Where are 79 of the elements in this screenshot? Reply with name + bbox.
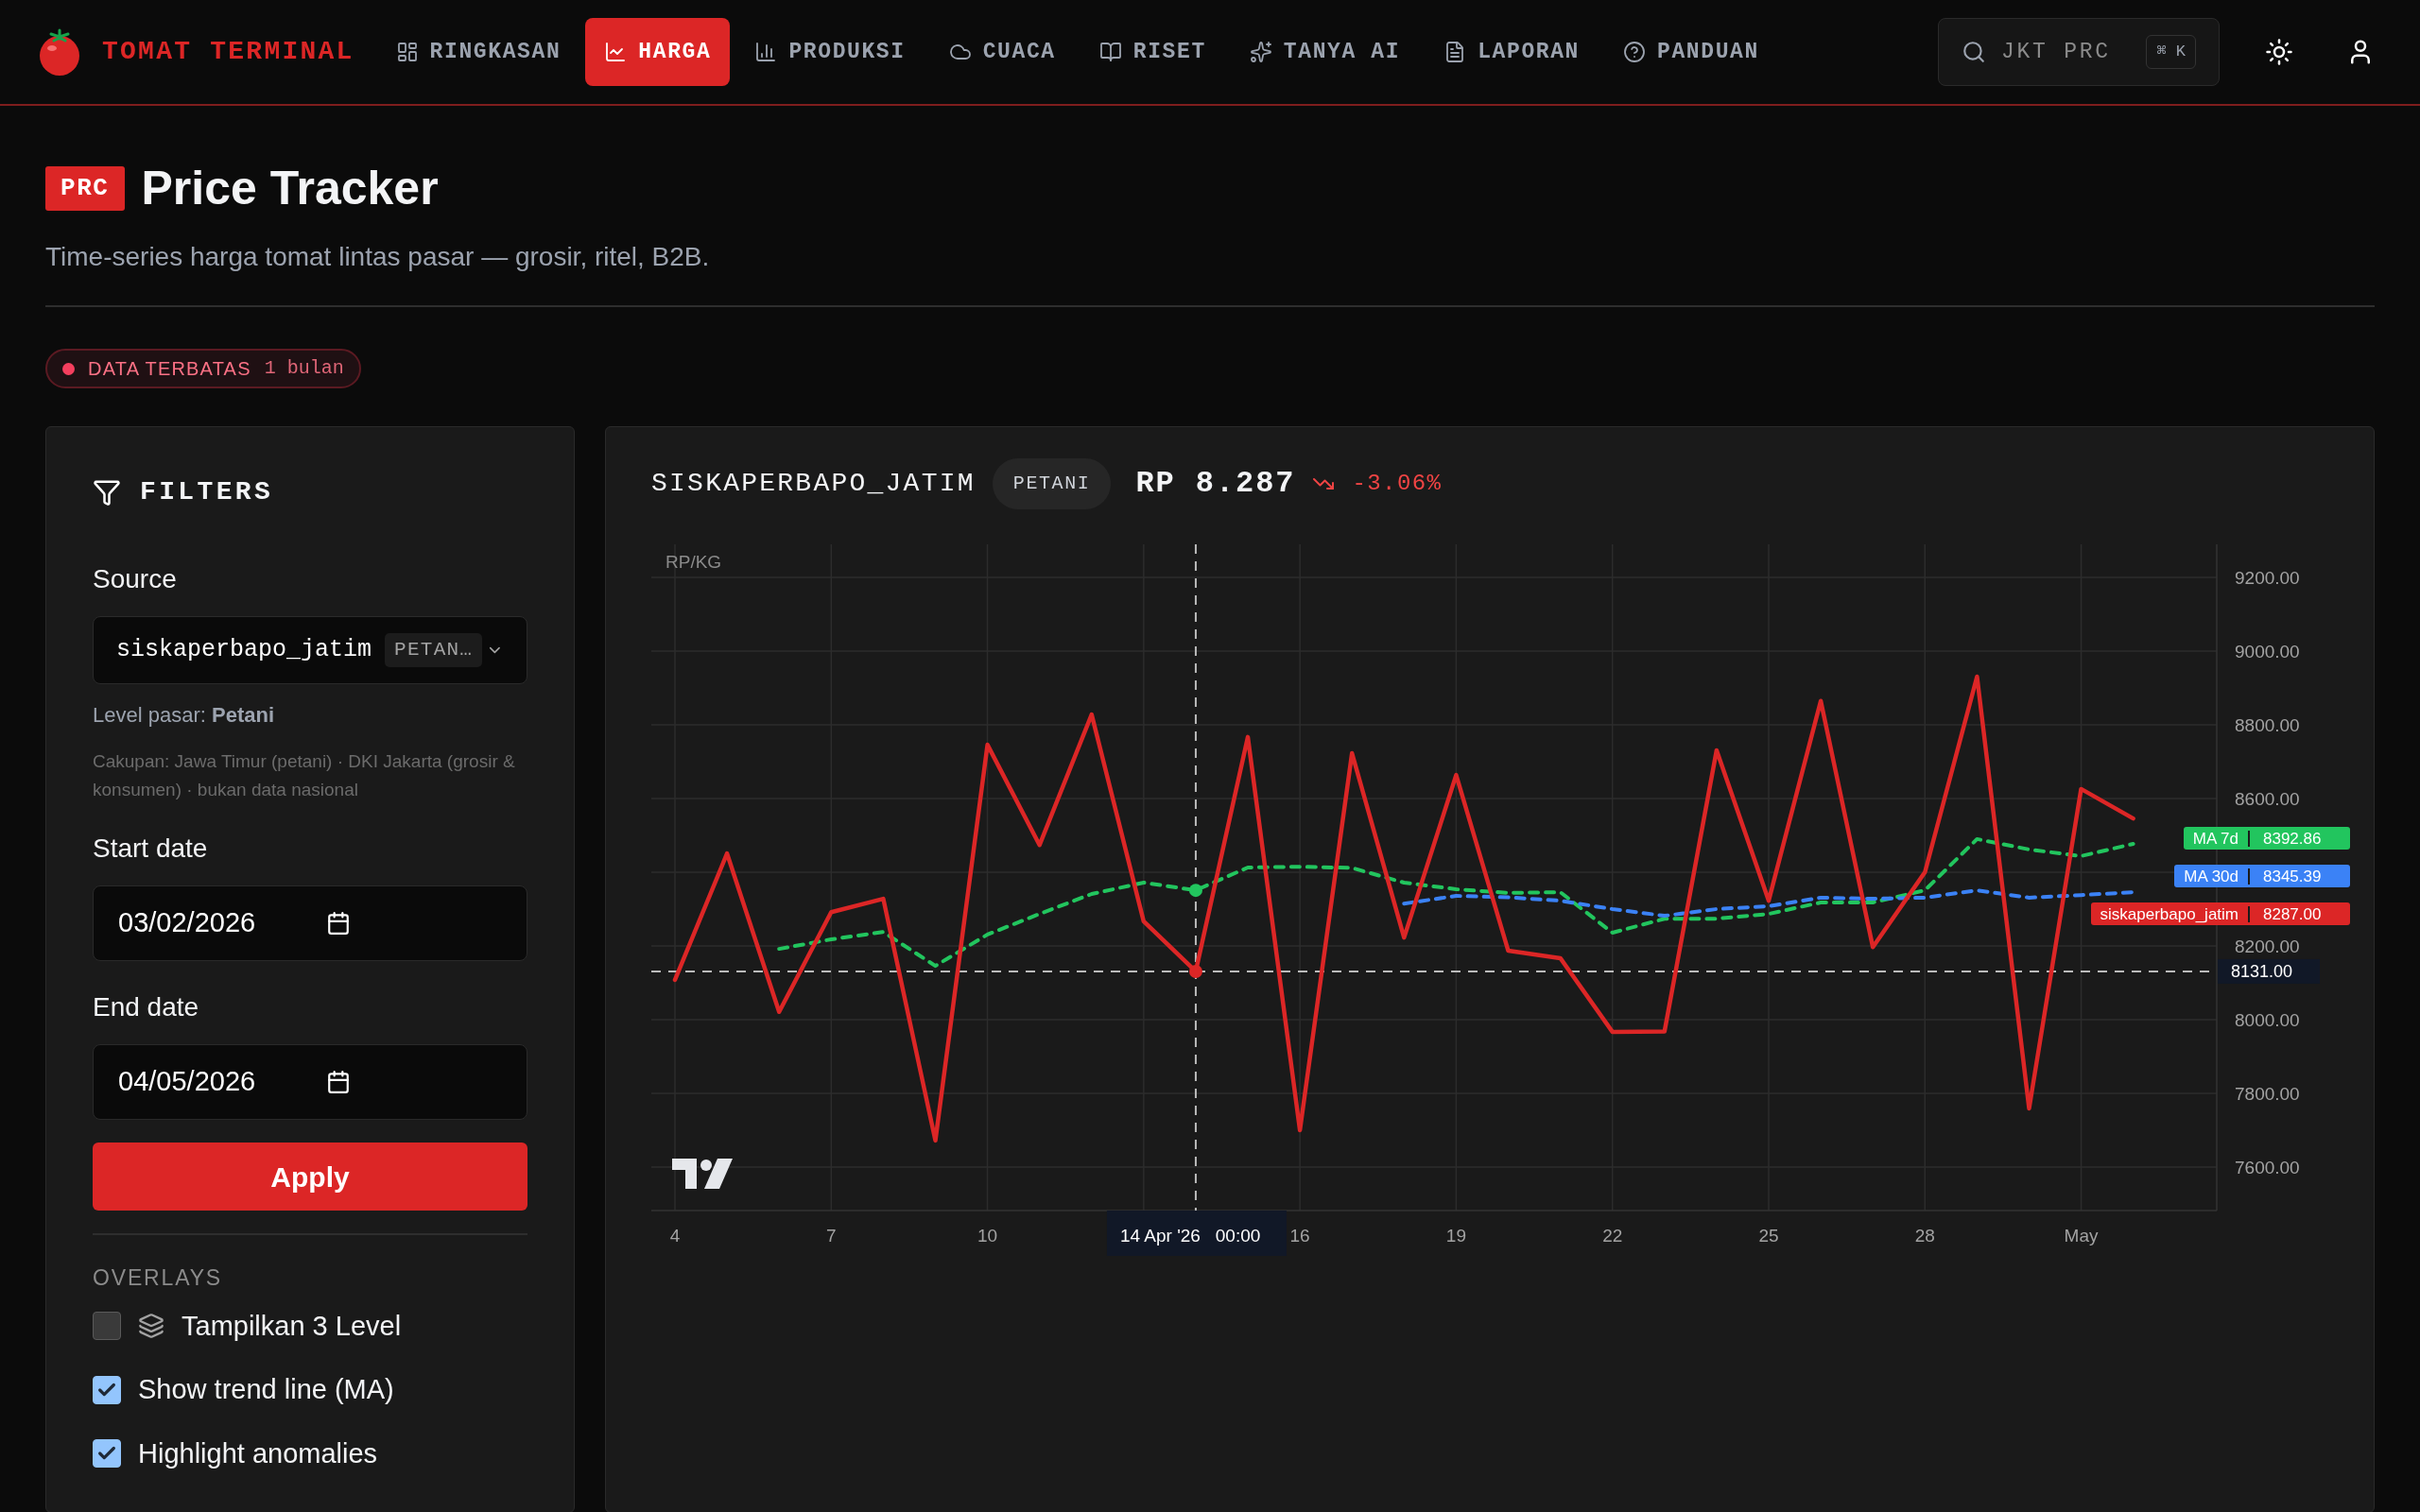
axis-label: 4 (669, 1226, 681, 1246)
axis-label: 7800.00 (2235, 1084, 2300, 1104)
app-name: TOMAT TERMINAL (102, 36, 354, 68)
nav-tab[interactable]: CUACA (929, 18, 1075, 86)
checkbox-label: Tampilkan 3 Level (182, 1309, 402, 1343)
level-badge: PETANI (992, 458, 1112, 509)
field-label: Start date (93, 833, 209, 866)
axis-label: 22 (1602, 1226, 1623, 1246)
nav-tab[interactable]: HARGA (585, 18, 731, 86)
dashboard-icon (395, 41, 419, 63)
level-tag: PETAN… (385, 633, 483, 667)
calendar-icon (326, 1070, 351, 1095)
date-field[interactable]: 04/05/2026 (93, 1044, 527, 1121)
section-title: OVERLAYS (93, 1264, 223, 1292)
series-price-tag: MA 7d 8392.86 (2183, 827, 2350, 850)
coverage-note: Cakupan: Jawa Timur (petani) · DKI Jakarta (grosir & konsumen) · bukan data nasional (93, 750, 516, 802)
nav-tab[interactable]: RISET (1080, 18, 1225, 86)
axis-label: 9000.00 (2235, 642, 2300, 662)
axis-label: 28 (1914, 1226, 1935, 1246)
price-change: -3.06% (1352, 470, 1443, 498)
apply-button[interactable]: Apply (93, 1143, 527, 1211)
crosshair-marker (1188, 964, 1202, 978)
axis-label: 8800.00 (2235, 715, 2300, 736)
search-icon (1962, 40, 1986, 64)
nav-tab[interactable]: TANYA AI (1230, 18, 1420, 86)
axis-label: 8000.00 (2235, 1010, 2300, 1030)
crosshair-marker (1188, 884, 1202, 898)
bar-chart-icon (754, 41, 778, 63)
axis-label: May (2064, 1226, 2099, 1246)
current-price: RP 8.287 (1135, 465, 1296, 503)
field-label: End date (93, 991, 200, 1024)
notice-label: DATA TERBATAS (88, 357, 251, 381)
filter-icon (93, 478, 121, 507)
logo-icon (672, 1159, 733, 1189)
book-icon (1098, 41, 1122, 63)
axis-label: 9200.00 (2235, 568, 2300, 589)
crosshair-value-tag: 8131.00 (2218, 958, 2320, 984)
sparkles-icon (1249, 41, 1272, 63)
axis-label: 8600.00 (2235, 789, 2300, 810)
source-select[interactable]: siskaperbapo_jatim PETAN… (93, 616, 527, 685)
shortcut-key: ⌘ K (2146, 35, 2196, 69)
field-label: Source (93, 563, 178, 595)
notice-value: 1 bulan (264, 356, 344, 381)
page-title: Price Tracker (141, 161, 439, 216)
axis-label: 7600.00 (2235, 1158, 2300, 1177)
page-subtitle: Time-series harga tomat lintas pasar — grosir, ritel, B2B. (45, 241, 711, 273)
line-chart-icon (604, 41, 628, 63)
tomato-icon (38, 27, 81, 77)
axis-label: 8200.00 (2235, 936, 2300, 957)
checkbox[interactable] (93, 1312, 121, 1341)
sun-icon (2265, 38, 2293, 66)
level-note: Level pasar: Petani (93, 702, 275, 730)
search-placeholder: JKT PRC (2001, 38, 2111, 66)
series-price-tag: MA 30d 8345.39 (2174, 865, 2350, 888)
crosshair-time-tag: 14 Apr '26 00:00 (1106, 1211, 1287, 1256)
checkbox[interactable] (93, 1439, 121, 1469)
checkbox-label: Highlight anomalies (138, 1436, 378, 1470)
search-field[interactable]: JKT PRC ⌘ K (1938, 18, 2220, 86)
series-price-tag: siskaperbapo_jatim 8287.00 (2090, 902, 2350, 926)
calendar-icon (326, 911, 351, 936)
checkbox[interactable] (93, 1375, 121, 1404)
layers-icon (138, 1313, 164, 1340)
axis-label: 16 (1289, 1226, 1310, 1246)
axis-label: 19 (1445, 1226, 1466, 1246)
nav-tab[interactable]: RINGKASAN (376, 18, 580, 86)
nav-tab[interactable]: PRODUKSI (735, 18, 925, 86)
axis-title: RP/KG (666, 552, 722, 572)
nav-tab[interactable]: LAPORAN (1425, 18, 1599, 86)
axis-label: 25 (1758, 1226, 1779, 1246)
checkbox-label: Show trend line (MA) (138, 1373, 394, 1406)
page-badge: PRC (45, 166, 125, 211)
panel-title: FILTERS (140, 476, 274, 508)
ref-line-label: 8131.00 (2231, 961, 2293, 981)
nav-tab[interactable]: PANDUAN (1604, 18, 1778, 86)
axis-label: 7 (826, 1226, 837, 1246)
source-name: SISKAPERBAPO_JATIM (651, 468, 976, 500)
date-field[interactable]: 03/02/2026 (93, 885, 527, 962)
axis-label: 10 (977, 1226, 998, 1246)
help-icon (1623, 41, 1647, 63)
